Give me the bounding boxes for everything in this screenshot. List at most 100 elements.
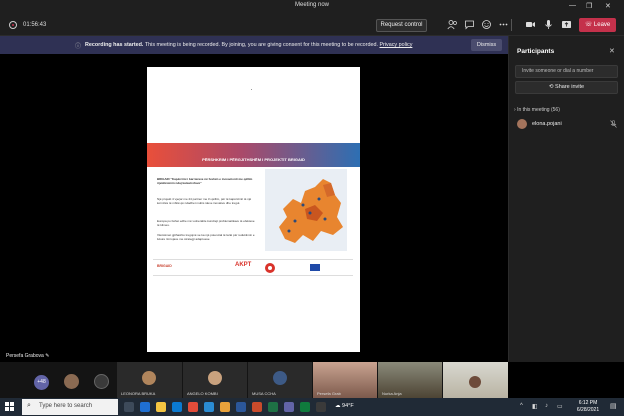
europe-map-image	[265, 169, 347, 251]
in-meeting-label: In this meeting (56)	[517, 107, 560, 113]
file-explorer-icon[interactable]	[156, 402, 166, 412]
app-icon[interactable]	[188, 402, 198, 412]
restore-button[interactable]: ❐	[586, 2, 592, 10]
eu-flag-icon	[310, 264, 320, 271]
tile-name: MUSA CCHA	[252, 391, 276, 396]
mic-muted-icon: ✎	[45, 353, 50, 359]
tile-name: ANGELO KOMBI	[187, 391, 218, 396]
mail-icon[interactable]	[204, 402, 214, 412]
window-titlebar: Meeting now — ❐ ✕	[0, 0, 624, 14]
app-icon[interactable]	[300, 402, 310, 412]
store-icon[interactable]	[172, 402, 182, 412]
clock-date: 6/28/2021	[576, 407, 600, 413]
participants-icon[interactable]	[446, 19, 458, 31]
edge-icon[interactable]	[140, 402, 150, 412]
participant-tile[interactable]: LEONORA BRUKA	[117, 362, 182, 398]
clock-time: 6:12 PM	[578, 400, 598, 406]
akpt-logo: AKPT	[235, 262, 252, 268]
participant-video[interactable]	[443, 362, 508, 398]
leave-label: Leave	[593, 22, 611, 28]
notification-icon[interactable]: ▤	[610, 402, 617, 410]
more-participants-badge[interactable]: +48	[34, 375, 49, 390]
network-icon[interactable]: ◧	[532, 403, 538, 410]
close-window-button[interactable]: ✕	[605, 2, 611, 10]
avatar	[469, 376, 481, 388]
slide-paragraph-2: Një projekt 4 vjeçar me 24 partner me ⅔ …	[157, 197, 252, 205]
mic-muted-icon	[610, 120, 617, 130]
meeting-toolbar: 01:56:43 Request control ☏ Leave	[0, 14, 624, 36]
avatar	[208, 371, 222, 385]
leave-button[interactable]: ☏ Leave	[579, 18, 616, 32]
banner-bold: Recording has started.	[85, 42, 144, 48]
taskbar-search[interactable]: ⌕ Type here to search	[22, 399, 118, 415]
participant-tile[interactable]: MUSA CCHA	[248, 362, 312, 398]
avatar[interactable]	[64, 374, 79, 389]
slide-paragraph-3: Europa po bëhet edhe më vulnerable kundr…	[157, 219, 255, 227]
panel-title: Participants	[517, 48, 555, 55]
camera-icon[interactable]	[524, 19, 536, 31]
request-control-button[interactable]: Request control	[376, 19, 427, 32]
taskbar-clock[interactable]: 6:12 PM 6/28/2021	[571, 400, 605, 414]
share-invite-button[interactable]: ⟲ Share invite	[515, 81, 618, 94]
phone-icon: ☏	[584, 22, 594, 28]
participant-video[interactable]: Nurka Anja	[378, 362, 442, 398]
tray-chevron-icon[interactable]: ^	[520, 403, 523, 409]
avatar	[273, 371, 287, 385]
participant-tile[interactable]: ANGELO KOMBI	[183, 362, 247, 398]
recording-banner: ⓘ Recording has started. This meeting is…	[0, 36, 508, 54]
app-icon[interactable]	[220, 402, 230, 412]
banner-message: This meeting is being recorded. By joini…	[144, 42, 378, 48]
word-icon[interactable]	[236, 402, 246, 412]
volume-icon[interactable]: ♪	[545, 403, 548, 409]
emblem-icon	[265, 263, 275, 273]
battery-icon[interactable]: ▭	[557, 403, 563, 410]
start-button[interactable]	[5, 402, 14, 413]
slide-dot	[251, 89, 252, 90]
meeting-timer: 01:56:43	[23, 22, 47, 28]
tile-name: Persefa Grab	[317, 391, 341, 396]
slide-paragraph-1: BRIGAID "Kapërcimi i barrierave në fushë…	[157, 177, 253, 185]
banner-text: Recording has started. This meeting is b…	[85, 42, 412, 48]
task-view-icon[interactable]	[124, 402, 134, 412]
dismiss-button[interactable]: Dismiss	[471, 39, 502, 51]
info-icon: ⓘ	[75, 44, 82, 50]
in-meeting-section[interactable]: › In this meeting (56)	[514, 107, 560, 113]
invite-input[interactable]: Invite someone or dial a number	[515, 65, 618, 78]
slide-paragraph-4: Vlerësimet gjithashtu tregojnë se ka një…	[157, 233, 255, 241]
search-icon: ⌕	[27, 402, 31, 409]
share-invite-label: Share invite	[555, 84, 585, 90]
teams-icon[interactable]	[284, 402, 294, 412]
participant-strip: +48 LEONORA BRUKA ANGELO KOMBI MUSA CCHA…	[0, 362, 508, 398]
privacy-policy-link[interactable]: Privacy policy	[379, 42, 412, 48]
weather-temp: 94°F	[342, 403, 354, 409]
tile-name: Nurka Anja	[382, 391, 402, 396]
participants-panel: Participants ✕ Invite someone or dial a …	[508, 36, 624, 362]
close-panel-icon[interactable]: ✕	[609, 47, 615, 55]
chat-icon[interactable]	[463, 19, 475, 31]
shared-slide: PËRSHKRIM I PËRGJITHSHËM I PROJEKTIT BRI…	[147, 67, 360, 352]
participant-video[interactable]: Persefa Grab	[313, 362, 377, 398]
avatar[interactable]	[94, 374, 109, 389]
reactions-icon[interactable]	[480, 19, 492, 31]
weather-widget[interactable]: ☁ 94°F	[335, 403, 354, 409]
search-placeholder: Type here to search	[39, 403, 93, 409]
more-icon[interactable]	[497, 19, 509, 31]
avatar	[142, 371, 156, 385]
excel-icon[interactable]	[268, 402, 278, 412]
windows-taskbar: ⌕ Type here to search ☁ 94°F ^ ◧ ♪ ▭ 6:1…	[0, 398, 624, 416]
slide-title: PËRSHKRIM I PËRGJITHSHËM I PROJEKTIT BRI…	[202, 157, 305, 162]
mic-icon[interactable]	[542, 19, 554, 31]
share-screen-icon[interactable]	[560, 19, 572, 31]
slide-title-band	[147, 143, 360, 167]
app-icon[interactable]	[316, 402, 326, 412]
powerpoint-icon[interactable]	[252, 402, 262, 412]
avatar	[517, 119, 527, 129]
shared-screen-stage: PËRSHKRIM I PËRGJITHSHËM I PROJEKTIT BRI…	[0, 54, 508, 362]
presenter-name: Persefa Grabova	[6, 353, 44, 359]
minimize-button[interactable]: —	[569, 2, 576, 9]
brigaid-logo: BRIGAID	[157, 264, 172, 268]
slide-logo-strip: BRIGAID AKPT	[153, 259, 353, 276]
tile-name: LEONORA BRUKA	[121, 391, 156, 396]
toolbar-divider	[511, 19, 512, 31]
participant-name[interactable]: elona.pojani	[532, 121, 562, 127]
